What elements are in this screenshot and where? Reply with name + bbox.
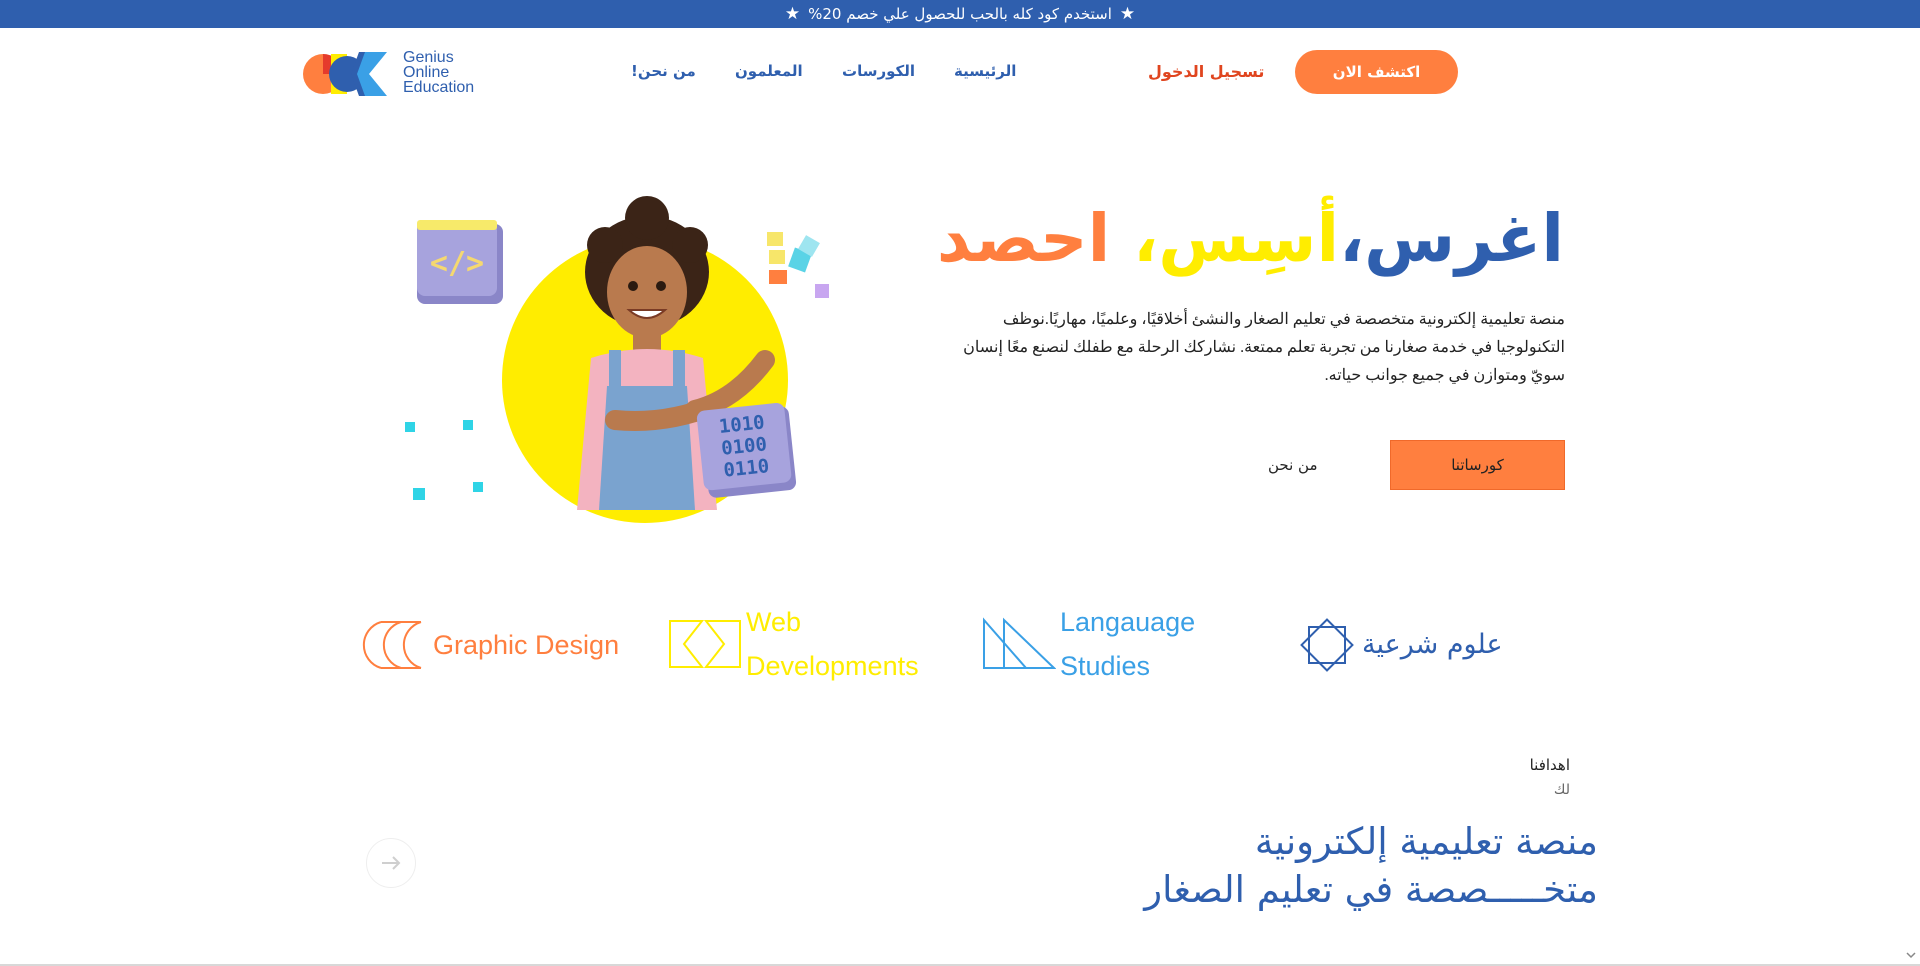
logo-line-1: Genius (403, 48, 454, 66)
hero-title-word-3: احصد (936, 200, 1134, 277)
goals-title: منصة تعليمية إلكترونية متخـــــصصة في تع… (1144, 818, 1598, 914)
nav-item-teachers[interactable]: المعلمون (735, 62, 803, 80)
chevron-boxes-icon (669, 620, 741, 668)
logo-text: Genius Online Education (403, 48, 475, 96)
goals-subtitle: لك (1553, 782, 1570, 798)
our-courses-button[interactable]: كورساتنا (1390, 440, 1565, 490)
promo-text: %استخدم كود كله بالحب للحصول علي خصم 20 (808, 5, 1112, 23)
category-label: Graphic Design (433, 630, 620, 660)
diamond-square-icon (1300, 618, 1354, 672)
logo-mark-icon (303, 52, 387, 96)
hero-title: اغرس،أسِس، احصد (937, 200, 1564, 277)
arcs-icon (362, 621, 422, 669)
category-label-line-2: Developments (746, 651, 919, 681)
code-box-label: </> (430, 246, 484, 281)
logo-line-2: Online (403, 63, 450, 81)
discover-now-button[interactable]: اكتشف الان (1295, 50, 1458, 94)
hero-title-word-2: أسِس، (1133, 200, 1340, 277)
category-label-line-1: Langauage (1060, 607, 1196, 637)
hero-title-word-1: اغرس، (1339, 200, 1564, 277)
goals-title-line-1: منصة تعليمية إلكترونية (1254, 820, 1598, 863)
about-us-button[interactable]: من نحن (1268, 456, 1318, 474)
category-graphic-design[interactable]: Graphic Design (355, 618, 619, 672)
nav-item-about[interactable]: !من نحن (631, 62, 696, 80)
hero-illustration: </> 1010 0100 0110 (405, 196, 829, 523)
star-icon: ★ (784, 3, 801, 24)
site-logo[interactable]: Genius Online Education (303, 46, 503, 98)
category-islamic-studies[interactable]: علوم شرعية (1296, 614, 1503, 676)
next-arrow-button[interactable] (366, 838, 416, 888)
nav-item-home[interactable]: الرئيسية (954, 62, 1016, 80)
category-label-line-2: Studies (1060, 651, 1151, 681)
goals-kicker: اهدافنا (1529, 756, 1570, 774)
cyan-dots-icon (405, 420, 483, 500)
goals-title-line-2: متخـــــصصة في تعليم الصغار (1144, 868, 1598, 911)
logo-line-3: Education (403, 78, 475, 96)
star-icon: ★ (1119, 3, 1136, 24)
category-web-developments[interactable]: Web Developments (668, 600, 919, 688)
arrow-right-icon (382, 856, 401, 870)
nav-item-courses[interactable]: الكورسات (842, 62, 915, 80)
login-link[interactable]: تسجيل الدخول (1148, 62, 1264, 81)
hero-description: منصة تعليمية إلكترونية متخصصة في تعليم ا… (963, 311, 1565, 384)
binary-box-icon: 1010 0100 0110 (696, 402, 797, 498)
code-box-icon: </> (417, 220, 503, 304)
category-label: علوم شرعية (1362, 629, 1503, 660)
scroll-down-icon[interactable] (1906, 950, 1916, 960)
promo-bar: ★ %استخدم كود كله بالحب للحصول علي خصم 2… (0, 0, 1920, 28)
category-language-studies[interactable]: Langauage Studies (982, 600, 1195, 688)
color-squares-icon (767, 232, 829, 298)
triangles-icon (983, 617, 1056, 669)
category-label-line-1: Web (746, 607, 802, 637)
